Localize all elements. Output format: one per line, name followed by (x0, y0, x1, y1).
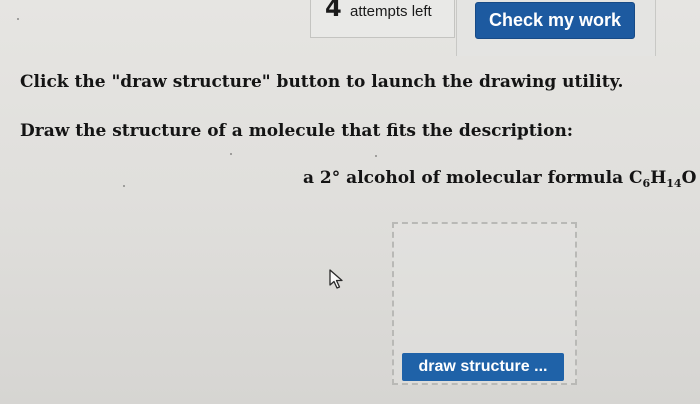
arrow-cursor-icon (329, 269, 343, 289)
molecule-description: a 2° alcohol of molecular formula C6H14O (303, 168, 696, 190)
screen-speck (17, 18, 19, 20)
structure-drawing-area[interactable]: draw structure ... (392, 222, 577, 385)
instruction-text: Click the "draw structure" button to lau… (20, 72, 624, 92)
description-prefix: a 2° alcohol of molecular formula C (303, 168, 643, 188)
screen-speck (230, 153, 232, 155)
formula-oxygen: O (681, 168, 697, 188)
attempts-indicator: 4 attempts left (310, 0, 455, 38)
check-my-work-button[interactable]: Check my work (475, 2, 635, 39)
attempts-label: attempts left (350, 3, 432, 20)
question-prompt: Draw the structure of a molecule that fi… (20, 121, 574, 141)
draw-structure-button[interactable]: draw structure ... (402, 353, 564, 381)
attempts-count: 4 (325, 0, 342, 22)
check-work-cell: Check my work (456, 0, 656, 56)
formula-hydrogen: H (650, 168, 667, 188)
screen-speck (375, 155, 377, 157)
assignment-toolbar: 4 attempts left Check my work (0, 0, 700, 56)
formula-hydrogen-count: 14 (666, 177, 682, 190)
screen-speck (123, 185, 125, 187)
